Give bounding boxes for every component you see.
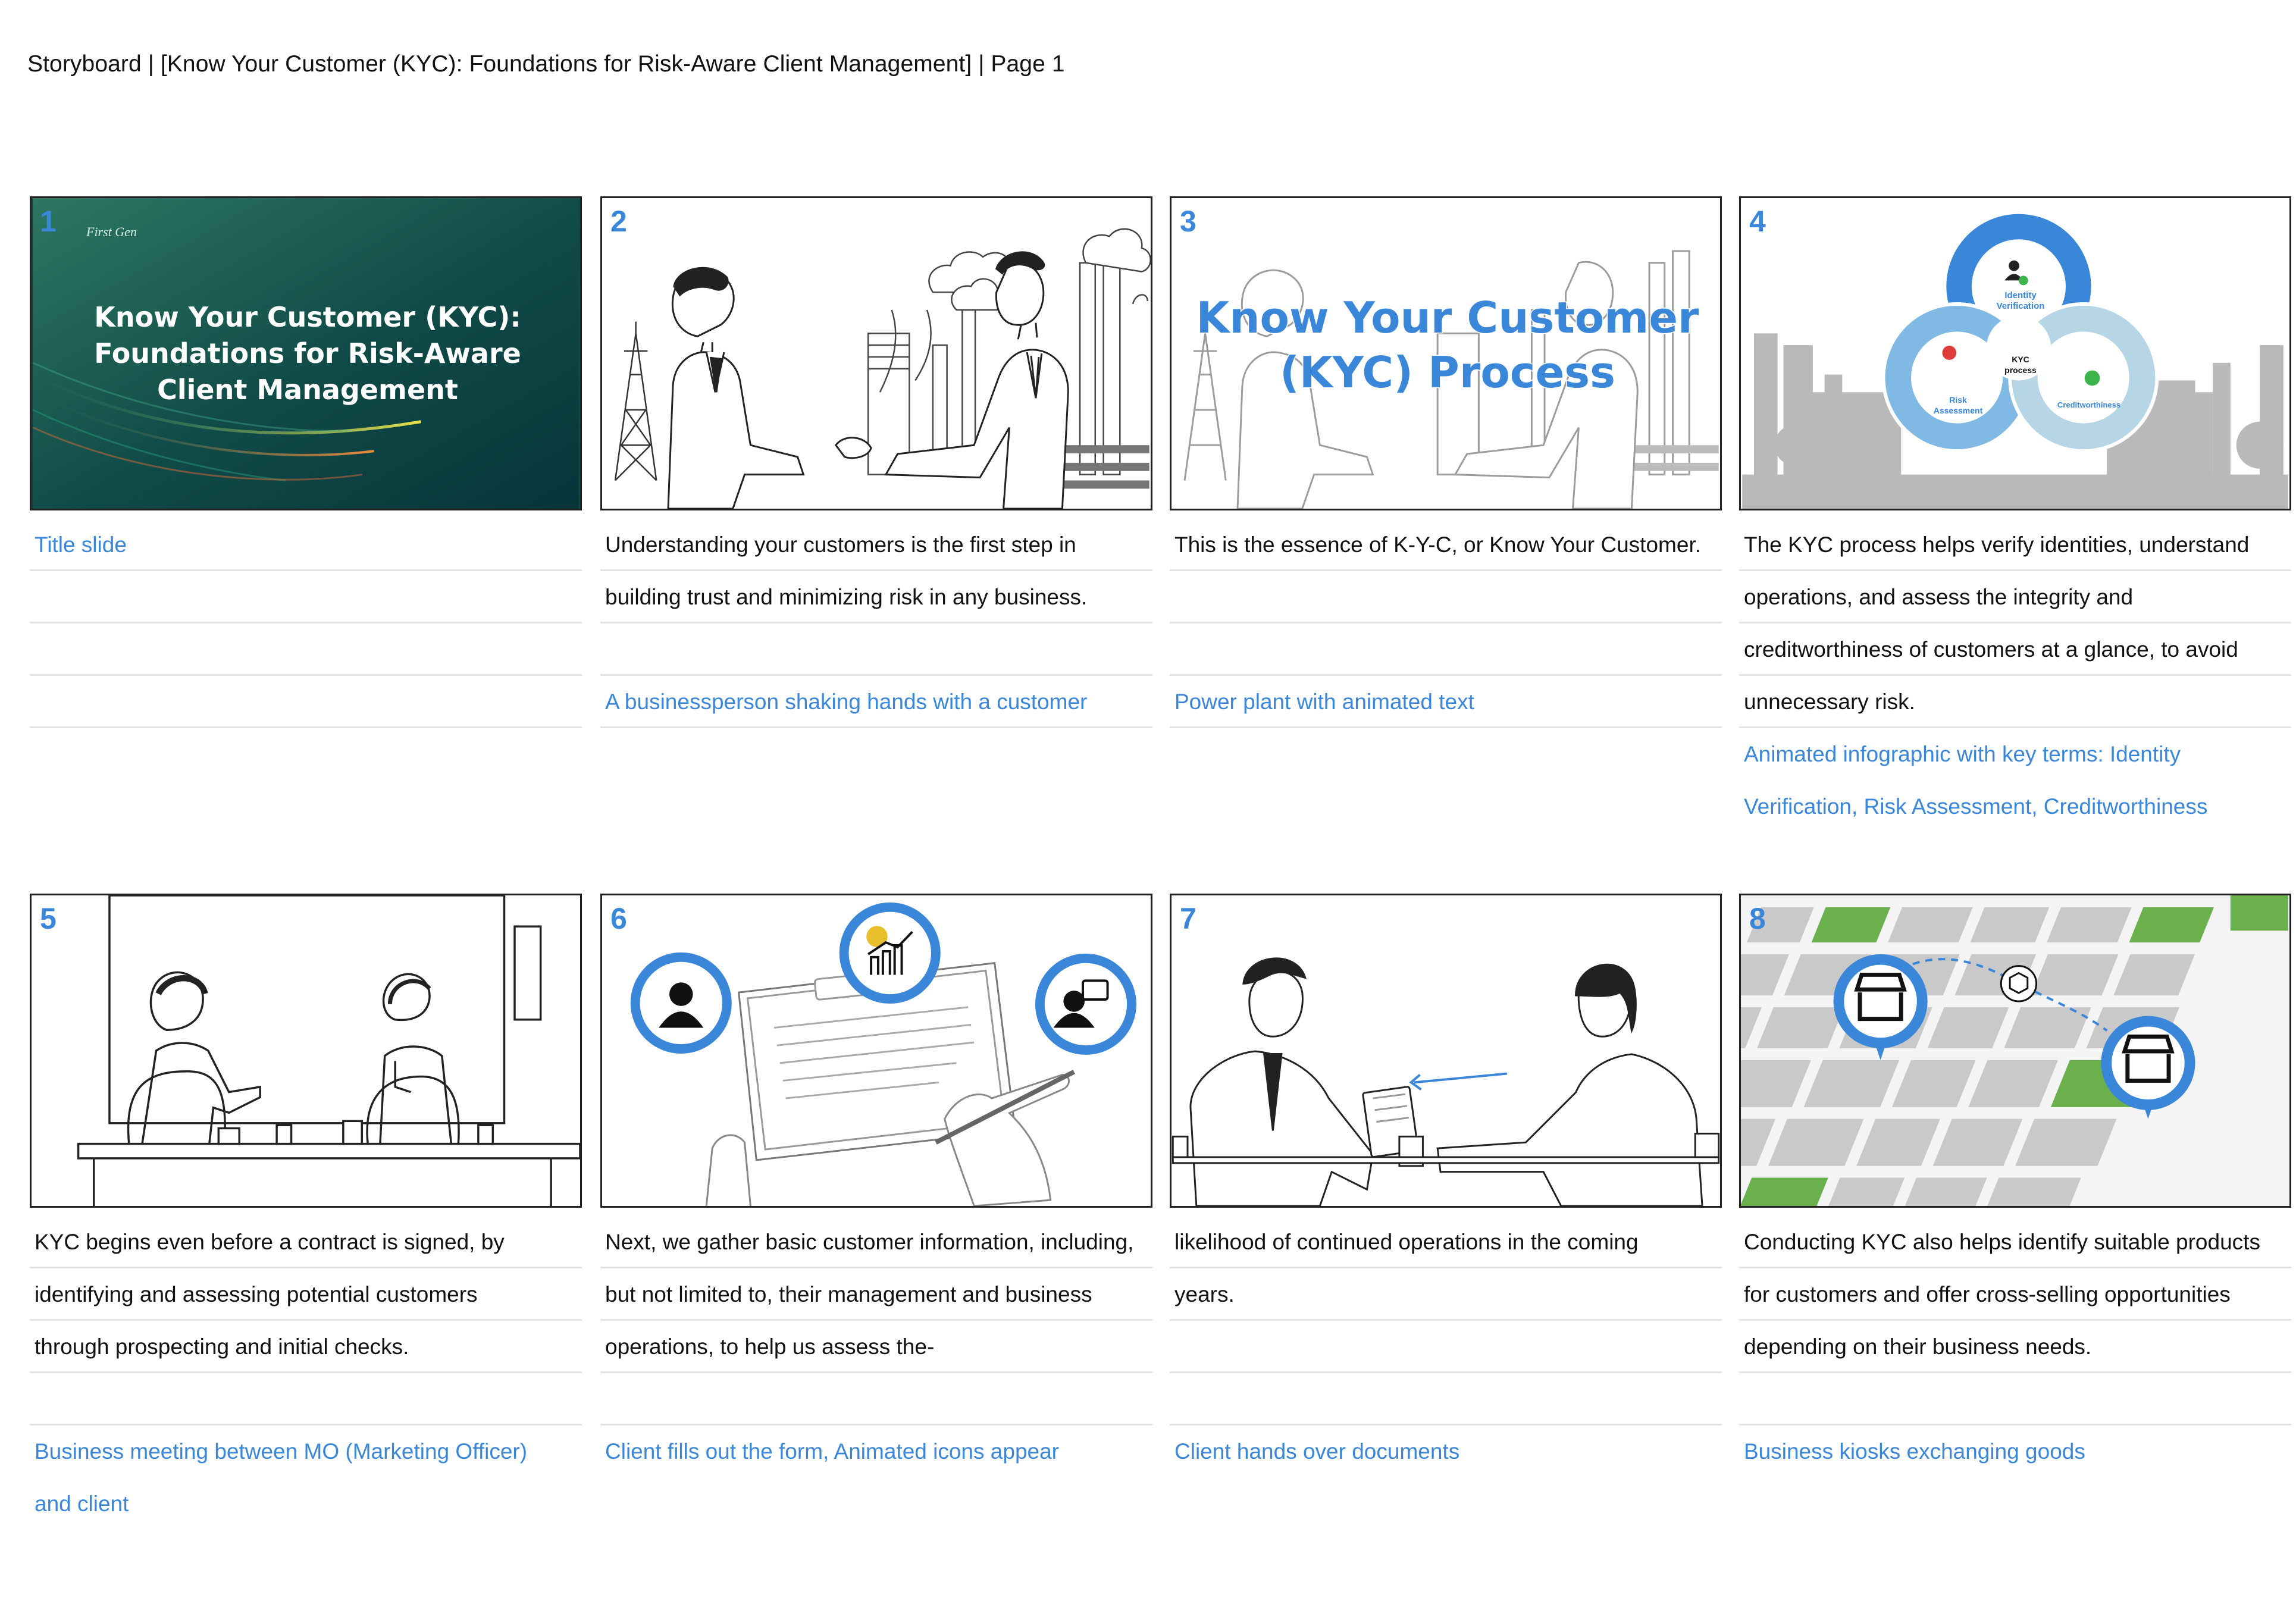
note-line: Business kiosks exchanging goods <box>1744 1439 2085 1464</box>
note-line <box>30 676 582 728</box>
slide-title-line-3: Client Management <box>157 374 458 406</box>
creditworthiness-label: Creditworthiness <box>2057 400 2121 409</box>
kyc-process-label: KYC process <box>1991 354 2050 375</box>
identity-label-line-1: Identity <box>2004 290 2037 300</box>
note-line: and client <box>35 1492 129 1516</box>
storyboard-panel-4[interactable]: Identity Verification KYC process Risk A… <box>1739 196 2291 833</box>
note-line: depending on their business needs. <box>1739 1321 2291 1373</box>
kiosk-map-illustration <box>1741 895 2288 1206</box>
panel-number: 6 <box>610 902 627 935</box>
panel-notes: Understanding your customers is the firs… <box>600 519 1152 728</box>
panel-frame-3[interactable]: Know Your Customer (KYC) Process 3 <box>1170 196 1722 510</box>
panel-frame-5[interactable]: 5 <box>30 894 582 1208</box>
panel-notes: likelihood of continued operations in th… <box>1170 1216 1722 1478</box>
panel-frame-7[interactable]: 7 <box>1170 894 1722 1208</box>
note-line <box>600 1373 1152 1425</box>
note-line: unnecessary risk. <box>1739 676 2291 728</box>
panel-notes: The KYC process helps verify identities,… <box>1739 519 2291 833</box>
panel-number: 7 <box>1180 902 1196 935</box>
note-line: building trust and minimizing risk in an… <box>600 571 1152 623</box>
logo-text: First Gen <box>86 224 137 239</box>
risk-label-line-1: Risk <box>1949 395 1967 405</box>
identity-label-line-2: Verification <box>1996 301 2045 311</box>
kyc-infographic-illustration <box>1742 210 2288 509</box>
panel-number: 1 <box>40 205 57 238</box>
first-gen-logo: First Gen <box>86 224 137 240</box>
note-line: but not limited to, their management and… <box>600 1268 1152 1321</box>
note-line: for customers and offer cross-selling op… <box>1739 1268 2291 1321</box>
risk-assessment-label: Risk Assessment <box>1922 394 1994 416</box>
note-line: Client fills out the form, Animated icon… <box>605 1439 1059 1464</box>
note-line: A businessperson shaking hands with a cu… <box>600 676 1152 728</box>
storyboard-panel-7[interactable]: 7 likelihood of continued operations in … <box>1170 894 1722 1478</box>
note-line <box>1170 623 1722 676</box>
panel-frame-2[interactable]: 2 <box>600 196 1152 510</box>
panel-notes: Next, we gather basic customer informati… <box>600 1216 1152 1478</box>
kyc-label-line-2: process <box>2004 365 2037 375</box>
panel-notes: Conducting KYC also helps identify suita… <box>1739 1216 2291 1478</box>
note-line: Business meeting between MO (Marketing O… <box>35 1439 528 1464</box>
identity-verification-label: Identity Verification <box>1985 290 2056 312</box>
note-line: Next, we gather basic customer informati… <box>600 1216 1152 1268</box>
note-line: The KYC process helps verify identities,… <box>1739 519 2291 571</box>
storyboard-panel-3[interactable]: Know Your Customer (KYC) Process 3 This … <box>1170 196 1722 728</box>
kyc-title-line-2: (KYC) Process <box>1279 347 1616 399</box>
note-line: Understanding your customers is the firs… <box>600 519 1152 571</box>
document-handover-illustration <box>1172 957 1720 1206</box>
storyboard-panel-8[interactable]: 8 Conducting KYC also helps identify sui… <box>1739 894 2291 1478</box>
note-line: years. <box>1170 1268 1722 1321</box>
risk-label-line-2: Assessment <box>1933 406 1983 415</box>
panel-notes: Title slide <box>30 519 582 728</box>
storyboard-panel-5[interactable]: 5 KYC begins even before a contract is s… <box>30 894 582 1530</box>
note-line: Power plant with animated text <box>1170 676 1722 728</box>
note-line <box>1170 571 1722 623</box>
storyboard-panel-6[interactable]: 6 Next, we gather basic customer informa… <box>600 894 1152 1478</box>
storyboard-panel-2[interactable]: 2 Understanding your customers is the fi… <box>600 196 1152 728</box>
panel-notes: KYC begins even before a contract is sig… <box>30 1216 582 1530</box>
slide-title-line-1: Know Your Customer (KYC): <box>94 301 521 333</box>
panel-frame-8[interactable]: 8 <box>1739 894 2291 1208</box>
panel-frame-1[interactable]: First Gen Know Your Customer (KYC): Foun… <box>30 196 582 510</box>
note-line <box>30 571 582 623</box>
storyboard-panel-1[interactable]: First Gen Know Your Customer (KYC): Foun… <box>30 196 582 728</box>
note-line: Animated infographic with key terms: Ide… <box>1744 742 2181 766</box>
note-line <box>600 623 1152 676</box>
note-line: KYC begins even before a contract is sig… <box>30 1216 582 1268</box>
note-line <box>30 623 582 676</box>
note-line: through prospecting and initial checks. <box>30 1321 582 1373</box>
slide-title-line-2: Foundations for Risk-Aware <box>94 337 521 369</box>
panel-notes: This is the essence of K-Y-C, or Know Yo… <box>1170 519 1722 728</box>
note-line: This is the essence of K-Y-C, or Know Yo… <box>1170 519 1722 571</box>
note-line <box>1170 1373 1722 1425</box>
note-line: operations, and assess the integrity and <box>1739 571 2291 623</box>
panel-number: 8 <box>1749 902 1766 935</box>
handshake-illustration <box>614 228 1151 509</box>
panel-number: 5 <box>40 902 57 935</box>
note-line: Conducting KYC also helps identify suita… <box>1739 1216 2291 1268</box>
kyc-animated-title: Know Your Customer (KYC) Process <box>1172 290 1720 400</box>
panel-frame-6[interactable]: 6 <box>600 894 1152 1208</box>
note-line <box>30 1373 582 1425</box>
note-line <box>1739 1373 2291 1425</box>
panel-number: 4 <box>1749 205 1766 238</box>
kyc-label-line-1: KYC <box>2012 355 2029 364</box>
note-line: creditworthiness of customers at a glanc… <box>1739 623 2291 676</box>
panel-frame-4[interactable]: Identity Verification KYC process Risk A… <box>1739 196 2291 510</box>
form-filling-illustration <box>630 902 1136 1206</box>
panel-number: 3 <box>1180 205 1196 238</box>
panel-number: 2 <box>610 205 627 238</box>
note-line: likelihood of continued operations in th… <box>1170 1216 1722 1268</box>
slide-title: Know Your Customer (KYC): Foundations fo… <box>32 299 580 408</box>
note-line: Verification, Risk Assessment, Creditwor… <box>1744 794 2208 819</box>
business-meeting-illustration <box>77 895 580 1206</box>
note-line: Client hands over documents <box>1174 1439 1460 1464</box>
note-line <box>1170 1321 1722 1373</box>
page-title: Storyboard | [Know Your Customer (KYC): … <box>27 51 1065 77</box>
note-line: Title slide <box>30 519 582 571</box>
note-line: identifying and assessing potential cust… <box>30 1268 582 1321</box>
kyc-title-line-1: Know Your Customer <box>1195 292 1700 344</box>
note-line: operations, to help us assess the- <box>600 1321 1152 1373</box>
